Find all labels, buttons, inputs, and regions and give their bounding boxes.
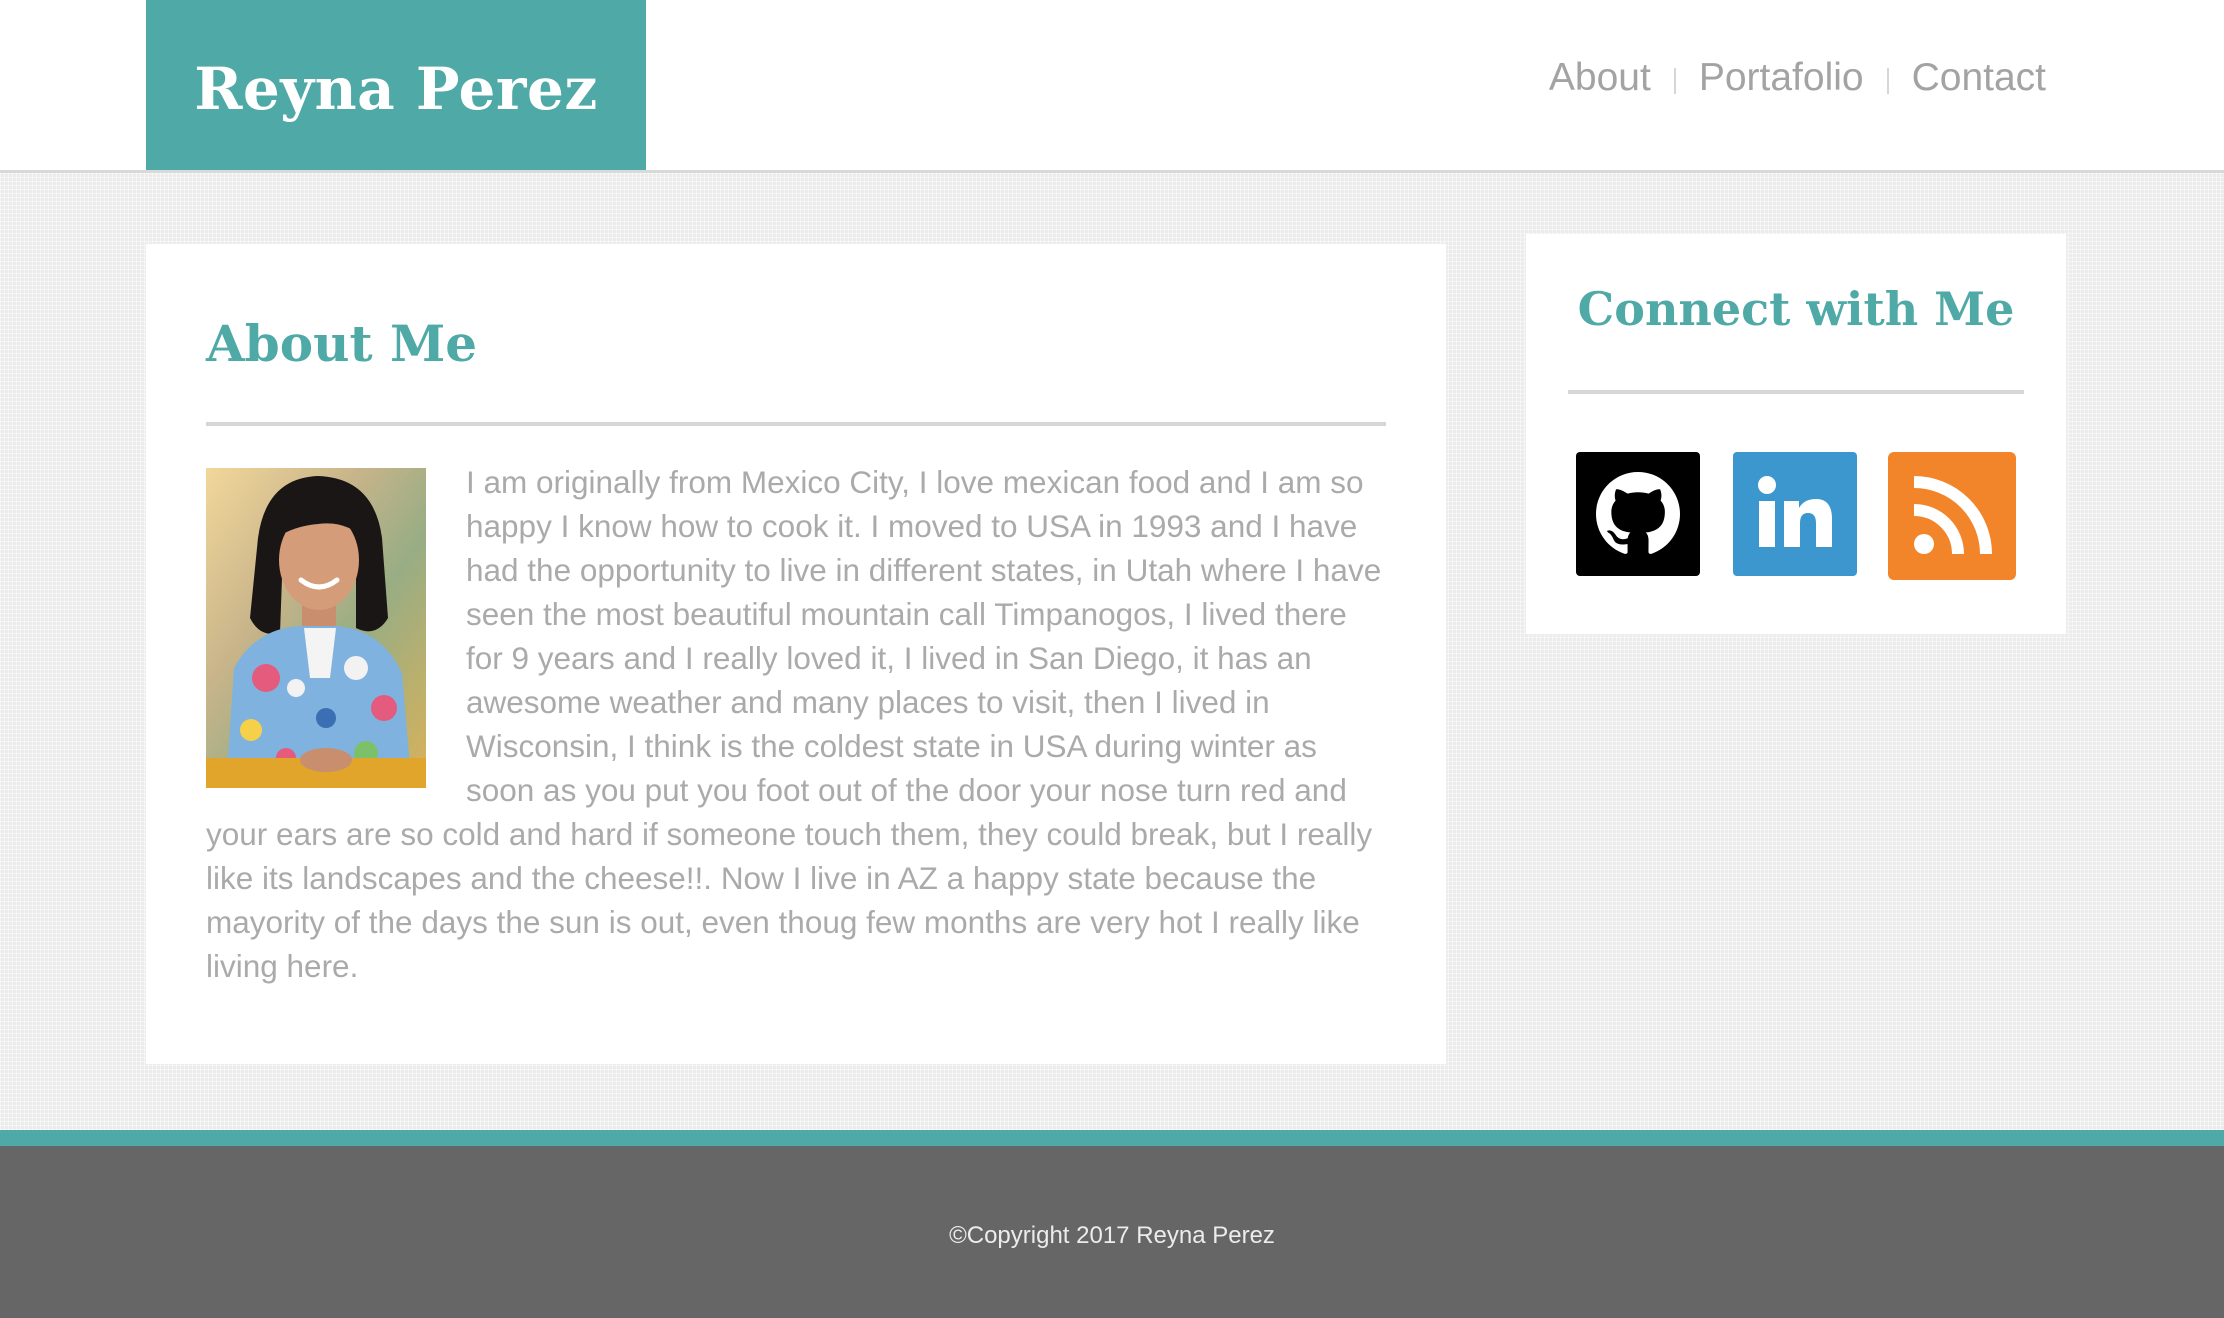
nav-link-about[interactable]: About: [1549, 56, 1651, 100]
linkedin-icon[interactable]: [1733, 452, 1857, 576]
profile-photo: [206, 468, 426, 788]
connect-divider: [1568, 390, 2024, 394]
brand-block[interactable]: Reyna Perez: [146, 0, 646, 170]
site-title: Reyna Perez: [194, 55, 598, 123]
about-heading: About Me: [206, 314, 478, 373]
site-footer: ©Copyright 2017 Reyna Perez: [0, 1146, 2224, 1318]
connect-heading: Connect with Me: [1577, 282, 2015, 336]
nav-link-portafolio[interactable]: Portafolio: [1699, 56, 1864, 100]
nav-separator: [1673, 68, 1676, 94]
footer-accent-bar: [0, 1130, 2224, 1146]
about-text-block: I am originally from Mexico City, I love…: [206, 460, 1388, 988]
copyright-text: ©Copyright 2017 Reyna Perez: [949, 1222, 1275, 1249]
about-card: About Me I am originally from Mexico Cit…: [146, 244, 1446, 1064]
connect-card: Connect with Me: [1526, 234, 2066, 634]
about-divider: [206, 422, 1386, 426]
nav-link-contact[interactable]: Contact: [1912, 56, 2046, 100]
site-header: Reyna Perez About Portafolio Contact: [0, 0, 2224, 173]
github-icon[interactable]: [1576, 452, 1700, 576]
rss-icon[interactable]: [1888, 452, 2016, 580]
main-nav: About Portafolio Contact: [1549, 56, 2046, 100]
nav-separator: [1886, 68, 1889, 94]
